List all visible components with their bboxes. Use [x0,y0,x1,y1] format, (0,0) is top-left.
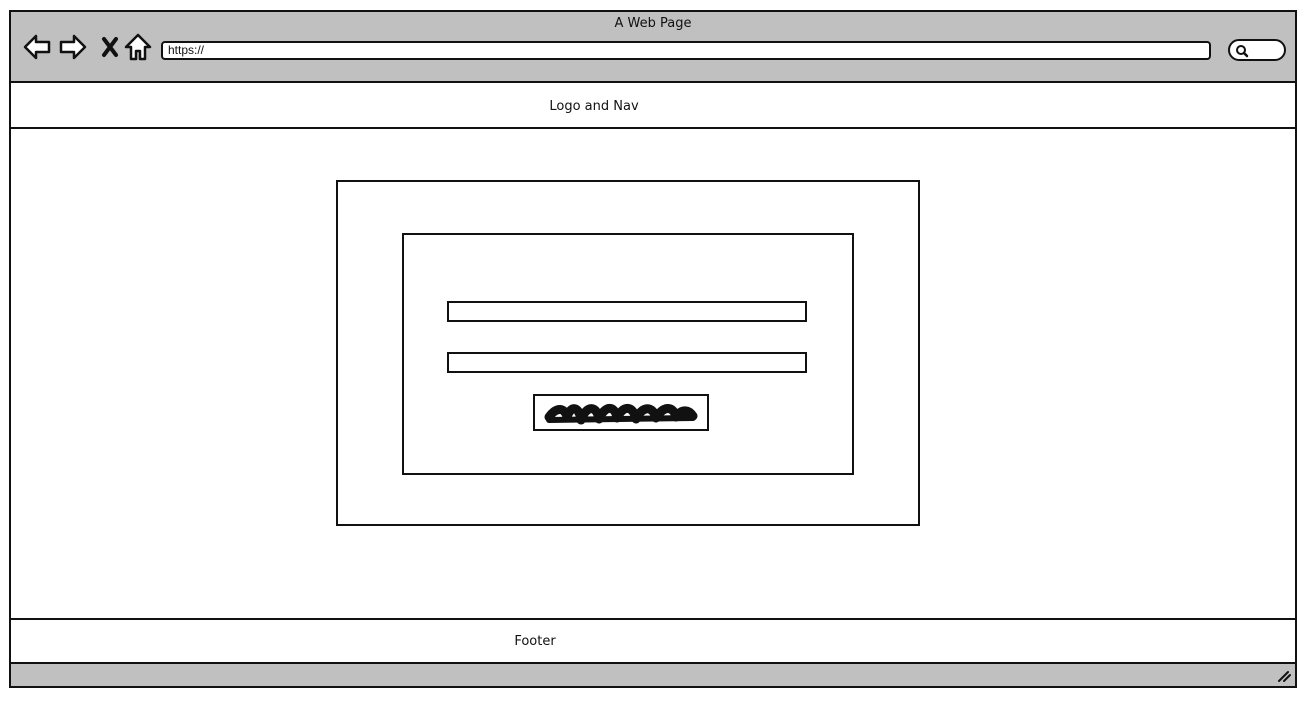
site-header: Logo and Nav [11,83,1295,129]
username-field[interactable] [447,301,807,322]
home-icon [124,33,152,61]
resize-grip-icon[interactable] [1275,667,1291,683]
forward-arrow-icon [59,34,87,60]
password-field[interactable] [447,352,807,373]
home-button[interactable] [123,32,153,62]
logo-and-nav[interactable]: Logo and Nav [11,99,1177,114]
browser-chrome: A Web Page https:// [11,12,1295,83]
back-button[interactable] [22,32,52,62]
window-title: A Web Page [614,16,692,31]
submit-button[interactable] [533,394,709,431]
stop-button[interactable] [95,32,125,62]
close-icon [102,37,118,57]
footer-label: Footer [514,634,556,649]
search-icon [1236,45,1249,58]
back-arrow-icon [23,34,51,60]
address-bar[interactable]: https:// [161,41,1211,60]
search-button[interactable] [1228,39,1286,61]
scribble-text-icon [544,403,698,425]
site-footer: Footer [11,618,1295,664]
status-bar [11,664,1295,686]
forward-button[interactable] [58,32,88,62]
